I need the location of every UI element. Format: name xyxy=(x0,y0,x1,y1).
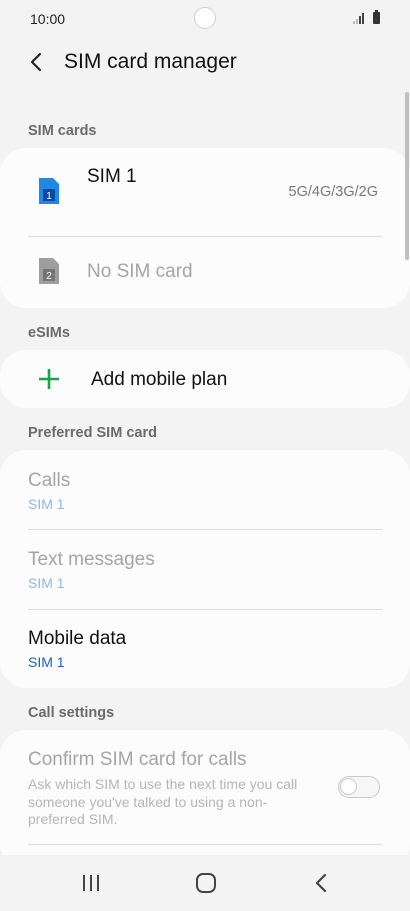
signal-icon xyxy=(353,12,367,24)
calls-value: SIM 1 xyxy=(28,496,65,512)
sim1-name: SIM 1 xyxy=(87,166,137,187)
back-arrow-icon xyxy=(30,52,42,72)
sim-card-icon: 1 xyxy=(39,178,59,204)
svg-text:1: 1 xyxy=(46,191,52,202)
plus-icon xyxy=(39,369,59,389)
home-icon xyxy=(196,873,216,893)
home-button[interactable] xyxy=(186,865,226,901)
recent-apps-icon xyxy=(83,875,99,891)
section-label-esims: eSIMs xyxy=(28,325,70,341)
confirm-sim-for-calls-row: Confirm SIM card for calls Ask which SIM… xyxy=(0,730,410,844)
back-button[interactable] xyxy=(22,48,50,76)
back-icon xyxy=(315,873,327,893)
sim2-row: 2 No SIM card xyxy=(0,237,410,307)
add-mobile-plan-button[interactable]: Add mobile plan xyxy=(0,350,410,408)
status-icons xyxy=(353,10,380,24)
confirm-sim-toggle xyxy=(338,776,380,798)
sim-cards-card: 1 SIM 1 5G/4G/3G/2G 2 No SIM card xyxy=(0,148,410,308)
calls-row: Calls SIM 1 xyxy=(0,450,410,529)
section-label-call-settings: Call settings xyxy=(28,705,115,721)
sim1-network-type: 5G/4G/3G/2G xyxy=(288,184,378,200)
section-label-sim-cards: SIM cards xyxy=(28,123,97,139)
status-time: 10:00 xyxy=(30,11,66,27)
status-bar: 10:00 xyxy=(0,0,410,38)
text-messages-value: SIM 1 xyxy=(28,575,65,591)
toggle-knob xyxy=(340,778,357,795)
page-title: SIM card manager xyxy=(64,50,237,73)
front-camera xyxy=(194,7,216,29)
sim2-name: No SIM card xyxy=(87,261,193,282)
navigation-bar xyxy=(0,855,410,911)
divider xyxy=(28,844,382,845)
mobile-data-row[interactable]: Mobile data SIM 1 xyxy=(0,610,410,688)
section-label-preferred-sim: Preferred SIM card xyxy=(28,425,157,441)
scrollbar[interactable] xyxy=(405,92,409,260)
text-messages-title: Text messages xyxy=(28,549,155,570)
call-settings-card: Confirm SIM card for calls Ask which SIM… xyxy=(0,730,410,870)
esims-card: Add mobile plan xyxy=(0,350,410,408)
text-messages-row: Text messages SIM 1 xyxy=(0,530,410,609)
confirm-sim-description: Ask which SIM to use the next time you c… xyxy=(28,776,298,827)
svg-text:2: 2 xyxy=(46,271,52,282)
add-mobile-plan-label: Add mobile plan xyxy=(91,369,228,390)
recent-apps-button[interactable] xyxy=(71,865,111,901)
mobile-data-title: Mobile data xyxy=(28,628,127,649)
app-bar: SIM card manager xyxy=(0,38,410,88)
sim1-row[interactable]: 1 SIM 1 5G/4G/3G/2G xyxy=(0,148,410,236)
sim-card-icon: 2 xyxy=(39,258,59,284)
calls-title: Calls xyxy=(28,470,71,491)
confirm-sim-title: Confirm SIM card for calls xyxy=(28,749,247,770)
nav-back-button[interactable] xyxy=(301,865,341,901)
preferred-sim-card: Calls SIM 1 Text messages SIM 1 Mobile d… xyxy=(0,450,410,688)
mobile-data-value: SIM 1 xyxy=(28,654,65,670)
battery-icon xyxy=(373,10,380,24)
